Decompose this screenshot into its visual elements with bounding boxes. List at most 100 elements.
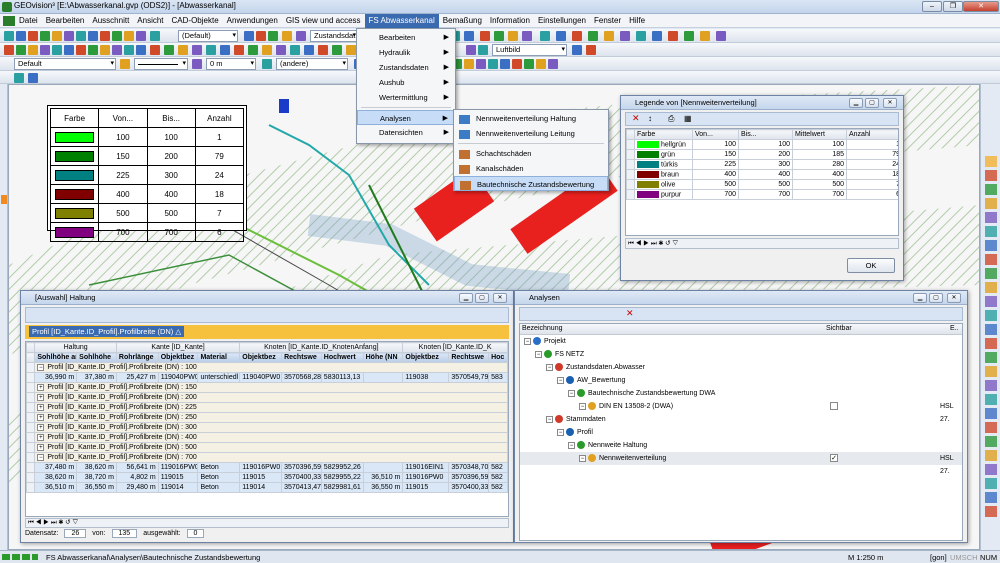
delete-icon[interactable]: ✕ — [626, 308, 634, 319]
tool-icon[interactable] — [985, 506, 997, 517]
toolbar-icon[interactable] — [296, 31, 306, 41]
column-header[interactable]: Hochwert — [320, 352, 364, 363]
tool-icon[interactable] — [985, 268, 997, 279]
fs-menu-item-3[interactable]: Aushub ▶ — [357, 75, 455, 90]
toolbar-icon[interactable] — [192, 45, 202, 55]
tool-icon[interactable] — [985, 478, 997, 489]
toolbar-icon[interactable] — [16, 45, 26, 55]
column-header[interactable]: Objektbez — [239, 352, 283, 363]
tree-toggle-icon[interactable]: − — [557, 376, 564, 384]
toolbar-icon[interactable] — [318, 45, 328, 55]
toolbar-icon[interactable] — [124, 45, 134, 55]
toolbar-icon[interactable] — [256, 31, 266, 41]
band-header[interactable]: Kante [ID_Kante] — [115, 342, 241, 353]
expand-icon[interactable]: + — [37, 404, 45, 411]
header-sichtbar[interactable]: Sichtbar — [826, 325, 852, 332]
collapse-icon[interactable]: − — [37, 454, 45, 461]
tool-icon[interactable] — [985, 226, 997, 237]
menu-item-11[interactable]: Fenster — [590, 14, 625, 28]
header-bezeichnung[interactable]: Bezeichnung — [522, 325, 562, 332]
toolbar-icon[interactable] — [244, 31, 254, 41]
tool-icon[interactable] — [985, 492, 997, 503]
column-header[interactable]: Rechtswe — [448, 352, 490, 363]
expand-icon[interactable]: + — [37, 424, 45, 431]
toolbar-icon[interactable] — [346, 45, 356, 55]
tool-icon[interactable] — [985, 240, 997, 251]
toolbar-icon[interactable] — [76, 31, 86, 41]
table-icon[interactable]: ▦ — [684, 114, 692, 123]
tree-node[interactable]: − DIN EN 13508-2 (DWA) HSL 27. — [520, 400, 962, 423]
toolbar-icon[interactable] — [262, 59, 272, 69]
tool-icon[interactable] — [985, 394, 997, 405]
toolbar-icon[interactable] — [124, 31, 134, 41]
maximize-button[interactable]: ❐ — [943, 1, 963, 12]
column-header[interactable]: Objektbez — [157, 352, 199, 363]
analysen-submenu-item-4[interactable]: Bautechnische Zustandsbewertung — [454, 176, 608, 191]
toolbar-icon[interactable] — [88, 31, 98, 41]
toolbar-icon[interactable] — [604, 31, 614, 41]
maximize-button[interactable]: ▢ — [865, 98, 879, 108]
toolbar-icon[interactable] — [636, 31, 646, 41]
toolbar-icon[interactable] — [136, 31, 146, 41]
column-header[interactable]: Sohlhöhe am — [34, 352, 78, 363]
tree-toggle-icon[interactable]: − — [546, 415, 553, 423]
linetype-combo[interactable] — [134, 58, 188, 70]
minimize-button[interactable]: ▁ — [849, 98, 863, 108]
column-header[interactable]: Objektbez — [402, 352, 450, 363]
tool-icon[interactable] — [985, 198, 997, 209]
toolbar-icon[interactable] — [150, 31, 160, 41]
tree-toggle-icon[interactable]: − — [546, 363, 553, 371]
close-button[interactable]: ✕ — [963, 1, 999, 12]
tree-node[interactable]: − FS NETZ — [520, 348, 962, 361]
tree-node[interactable]: − Zustandsdaten.Abwasser — [520, 361, 962, 374]
tool-icon[interactable] — [985, 156, 997, 167]
toolbar-icon[interactable] — [512, 59, 522, 69]
tool-icon[interactable] — [985, 464, 997, 475]
tool-icon[interactable] — [985, 450, 997, 461]
toolbar-icon[interactable] — [476, 59, 486, 69]
minimize-button[interactable]: ▁ — [459, 293, 473, 303]
group-row[interactable]: − Profil [ID_Kante.ID_Profil].Profilbreit… — [26, 452, 508, 463]
tree-toggle-icon[interactable]: − — [557, 428, 564, 436]
toolbar-icon[interactable] — [290, 45, 300, 55]
fs-menu-item-6[interactable]: Datensichten ▶ — [357, 125, 455, 140]
fs-menu-item-5[interactable]: Analysen ▶ — [357, 110, 455, 125]
toolbar-icon[interactable] — [282, 31, 292, 41]
analysen-submenu-item-3[interactable]: Kanalschäden — [454, 161, 608, 176]
tree-node[interactable]: − Nennweite Haltung — [520, 439, 962, 452]
toolbar-icon[interactable] — [76, 45, 86, 55]
maximize-button[interactable]: ▢ — [475, 293, 489, 303]
tool-icon[interactable] — [985, 436, 997, 447]
tree-node[interactable]: − Nennweitenverteilung ✓ HSL 27. — [520, 452, 962, 475]
close-button[interactable]: ✕ — [947, 293, 961, 303]
toolbar-icon[interactable] — [276, 45, 286, 55]
toolbar-icon[interactable] — [494, 31, 504, 41]
group-row[interactable]: + Profil [ID_Kante.ID_Profil].Profilbreit… — [26, 382, 508, 393]
toolbar-icon[interactable] — [500, 59, 510, 69]
legend-grid-row[interactable]: purpur7007007006 — [626, 189, 898, 200]
andere-combo[interactable]: (andere) — [276, 58, 348, 70]
group-row[interactable]: + Profil [ID_Kante.ID_Profil].Profilbreit… — [26, 412, 508, 423]
toolbar-icon[interactable] — [14, 73, 24, 83]
ok-button[interactable]: OK — [847, 258, 895, 273]
group-row[interactable]: − Profil [ID_Kante.ID_Profil].Profilbreit… — [26, 362, 508, 373]
legend-header-cell[interactable]: Anzahl — [846, 129, 898, 140]
toolbar-icon[interactable] — [28, 31, 38, 41]
toolbar-icon[interactable] — [488, 59, 498, 69]
toolbar-icon[interactable] — [668, 31, 678, 41]
column-header[interactable]: Rohrlänge — [115, 352, 159, 363]
group-row[interactable]: + Profil [ID_Kante.ID_Profil].Profilbreit… — [26, 432, 508, 443]
height-combo[interactable]: 0 m — [206, 58, 256, 70]
table-row[interactable]: 36,510 m 36,550 m 29,480 m 119014 Beton 11901… — [26, 482, 508, 493]
toolbar-icon[interactable] — [248, 45, 258, 55]
toolbar-icon[interactable] — [64, 31, 74, 41]
toolbar-icon[interactable] — [52, 45, 62, 55]
tree-node[interactable]: − Projekt — [520, 335, 962, 348]
toolbar-icon[interactable] — [466, 45, 476, 55]
tool-icon[interactable] — [985, 170, 997, 181]
legend-grid-row[interactable]: braun40040040018 — [626, 169, 898, 180]
toolbar-icon[interactable] — [684, 31, 694, 41]
tool-icon[interactable] — [985, 212, 997, 223]
tool-icon[interactable] — [985, 338, 997, 349]
toolbar-icon[interactable] — [464, 31, 474, 41]
